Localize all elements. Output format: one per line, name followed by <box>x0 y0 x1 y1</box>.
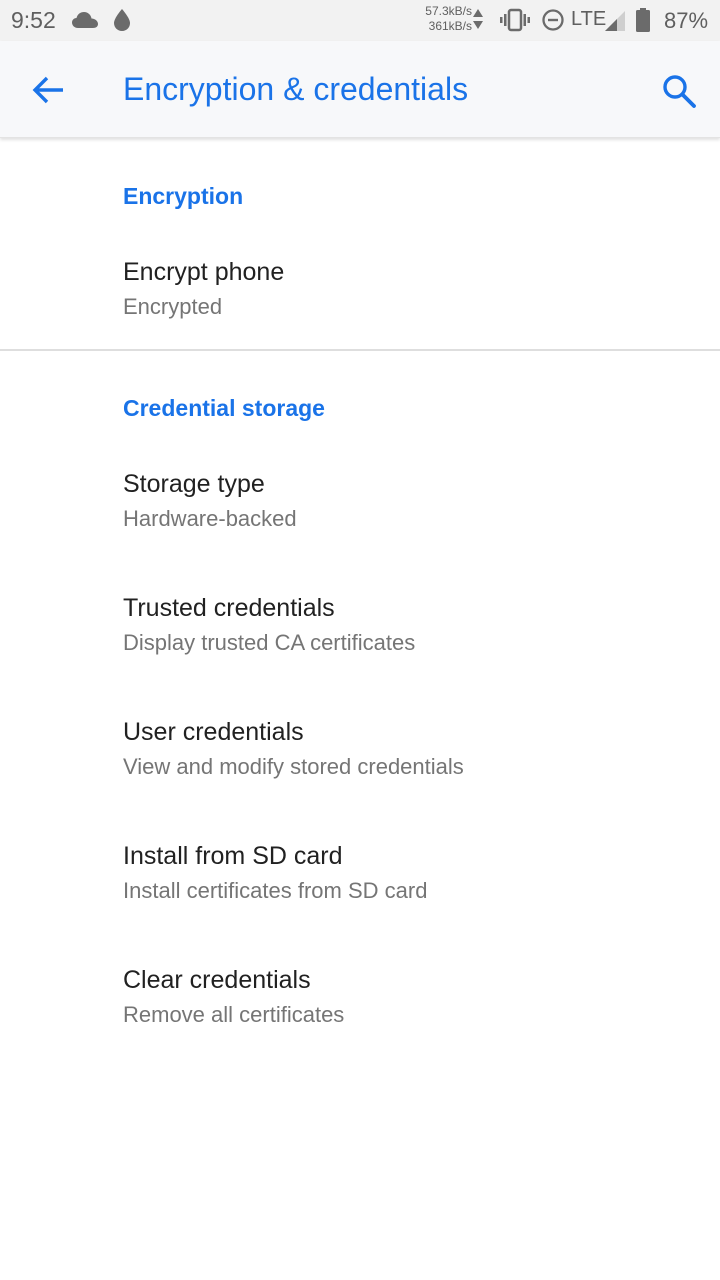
pref-summary: Display trusted CA certificates <box>123 630 416 655</box>
storage-type-item[interactable]: Storage type Hardware-backed <box>0 470 720 594</box>
back-button[interactable] <box>30 72 68 108</box>
encrypt-phone-item[interactable]: Encrypt phone Encrypted <box>0 258 720 382</box>
install-from-sd-card-item[interactable]: Install from SD card Install certificate… <box>0 842 720 966</box>
battery-icon <box>636 8 650 32</box>
trusted-credentials-item[interactable]: Trusted credentials Display trusted CA c… <box>0 594 720 718</box>
pref-title: Install from SD card <box>123 842 343 870</box>
pref-summary: View and modify stored credentials <box>123 754 464 779</box>
section-divider <box>0 349 720 351</box>
user-credentials-item[interactable]: User credentials View and modify stored … <box>0 718 720 842</box>
speed-up-label: 57.3kB/s <box>425 4 472 18</box>
pref-title: Clear credentials <box>123 966 311 994</box>
search-icon <box>663 75 696 108</box>
pref-title: Trusted credentials <box>123 594 335 622</box>
section-header-credential-storage: Credential storage <box>123 395 325 421</box>
clear-credentials-item[interactable]: Clear credentials Remove all certificate… <box>0 966 720 1090</box>
cloud-icon <box>72 12 98 28</box>
pref-summary: Install certificates from SD card <box>123 878 428 903</box>
section-header-encryption: Encryption <box>123 183 244 209</box>
pref-summary: Hardware-backed <box>123 506 297 531</box>
pref-title: User credentials <box>123 718 304 746</box>
app-bar: Encryption & credentials <box>0 41 720 138</box>
battery-percentage: 87% <box>664 8 709 33</box>
pref-summary: Encrypted <box>123 294 223 319</box>
pref-summary: Remove all certificates <box>123 1002 345 1027</box>
data-activity-icon <box>473 9 483 29</box>
network-type: LTE <box>571 8 607 30</box>
search-button[interactable] <box>660 72 698 110</box>
pref-title: Storage type <box>123 470 265 498</box>
vibrate-icon <box>500 8 530 32</box>
signal-icon <box>605 11 625 31</box>
network-speed: 57.3kB/s 361kB/s <box>404 4 472 34</box>
drop-icon <box>114 9 130 31</box>
arrow-back-icon <box>32 76 63 104</box>
status-time: 9:52 <box>11 7 56 33</box>
pref-title: Encrypt phone <box>123 258 285 286</box>
status-bar: 9:52 57.3kB/s 361kB/s LTE 87% <box>0 0 720 41</box>
dnd-icon <box>542 9 564 31</box>
speed-down-label: 361kB/s <box>428 19 472 33</box>
page-title: Encryption & credentials <box>123 71 469 107</box>
